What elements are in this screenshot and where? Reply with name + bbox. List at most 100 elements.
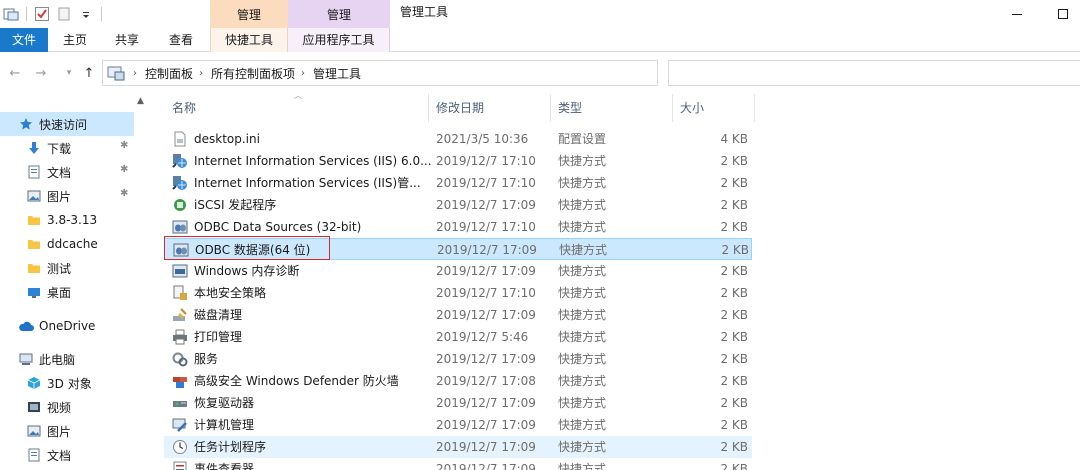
- nav-documents-pc[interactable]: 文档: [0, 443, 134, 467]
- file-date: 2019/12/7 17:10: [436, 176, 536, 190]
- list-item[interactable]: Internet Information Services (IIS) 6.0.…: [164, 150, 752, 172]
- file-date: 2019/12/7 17:10: [436, 154, 536, 168]
- column-header-size[interactable]: 大小: [672, 94, 752, 122]
- arrow-left-icon: ←: [9, 65, 21, 81]
- chevron-right-icon[interactable]: ›: [199, 68, 203, 79]
- breadcrumb-all-items[interactable]: 所有控制面板项: [211, 65, 295, 82]
- maximize-button[interactable]: [1040, 0, 1080, 28]
- file-type: 快捷方式: [558, 330, 607, 344]
- list-item[interactable]: 打印管理 2019/12/7 5:46 快捷方式 2 KB: [164, 326, 752, 348]
- tab-application-tools[interactable]: 应用程序工具: [288, 28, 390, 52]
- file-name: 本地安全策略: [194, 286, 267, 300]
- breadcrumb-control-panel[interactable]: 控制面板: [145, 65, 193, 82]
- folder-icon: [26, 260, 42, 276]
- file-type: 快捷方式: [558, 374, 607, 388]
- breadcrumb-admin-tools[interactable]: 管理工具: [313, 65, 361, 82]
- file-type: 快捷方式: [558, 462, 607, 470]
- nav-videos[interactable]: 视频: [0, 395, 134, 419]
- nav-item-label: 3.8-3.13: [47, 213, 98, 227]
- breadcrumb: › 控制面板 › 所有控制面板项 › 管理工具: [129, 61, 361, 85]
- cloud-icon: [18, 318, 34, 334]
- file-type: 快捷方式: [558, 418, 607, 432]
- nav-downloads[interactable]: 下载 ✱: [0, 136, 134, 160]
- list-item[interactable]: 高级安全 Windows Defender 防火墙 2019/12/7 17:0…: [164, 370, 752, 392]
- file-name: iSCSI 发起程序: [194, 198, 277, 212]
- forward-button[interactable]: →: [32, 64, 50, 82]
- back-button[interactable]: ←: [6, 64, 24, 82]
- nav-folder-ddcache[interactable]: ddcache: [0, 232, 134, 256]
- new-folder-icon[interactable]: [55, 5, 73, 23]
- minimize-button[interactable]: [994, 0, 1040, 28]
- tab-view[interactable]: 查看: [158, 28, 204, 52]
- checkbox-icon[interactable]: [33, 5, 51, 23]
- document-icon: [26, 164, 42, 180]
- list-item[interactable]: 恢复驱动器 2019/12/7 17:09 快捷方式 2 KB: [164, 392, 752, 414]
- file-name: Internet Information Services (IIS) 6.0.…: [194, 154, 432, 168]
- nav-item-label: 快速访问: [39, 117, 88, 132]
- security-policy-icon: [172, 285, 188, 301]
- list-item[interactable]: 事件查看器 2019/12/7 17:09 快捷方式 2 KB: [164, 458, 752, 470]
- column-header-type[interactable]: 类型: [550, 94, 672, 122]
- pin-icon[interactable]: ✱: [120, 188, 130, 202]
- list-item[interactable]: 服务 2019/12/7 17:09 快捷方式 2 KB: [164, 348, 752, 370]
- nav-desktop[interactable]: 桌面: [0, 280, 134, 304]
- scroll-up-icon[interactable]: ▲: [137, 96, 144, 106]
- column-divider[interactable]: [754, 94, 755, 122]
- file-type: 配置设置: [558, 132, 607, 146]
- list-item[interactable]: iSCSI 发起程序 2019/12/7 17:09 快捷方式 2 KB: [164, 194, 752, 216]
- nav-quick-access[interactable]: 快速访问: [0, 112, 134, 136]
- file-date: 2019/12/7 17:10: [436, 286, 536, 300]
- nav-3d-objects[interactable]: 3D 对象: [0, 371, 134, 395]
- list-item[interactable]: ODBC Data Sources (32-bit) 2019/12/7 17:…: [164, 216, 752, 238]
- up-button[interactable]: ↑: [80, 64, 98, 82]
- list-item[interactable]: 本地安全策略 2019/12/7 17:10 快捷方式 2 KB: [164, 282, 752, 304]
- nav-this-pc[interactable]: 此电脑: [0, 347, 134, 371]
- address-bar[interactable]: › 控制面板 › 所有控制面板项 › 管理工具 ▾ ↻: [102, 60, 749, 86]
- nav-scrollbar[interactable]: ▲: [134, 94, 150, 470]
- file-size: 4 KB: [720, 132, 748, 146]
- file-size: 2 KB: [720, 374, 748, 388]
- list-item[interactable]: 计算机管理 2019/12/7 17:09 快捷方式 2 KB: [164, 414, 752, 436]
- navigation-bar: ← → ▾ ↑ › 控制面板 › 所有控制面板项 › 管理工具 ▾ ↻: [0, 52, 1080, 94]
- list-item[interactable]: desktop.ini 2021/3/5 10:36 配置设置 4 KB: [164, 128, 752, 150]
- list-item[interactable]: 磁盘清理 2019/12/7 17:09 快捷方式 2 KB: [164, 304, 752, 326]
- list-item-hovered[interactable]: 任务计划程序 2019/12/7 17:09 快捷方式 2 KB: [164, 436, 752, 458]
- file-name: 计算机管理: [194, 418, 255, 432]
- file-name: ODBC Data Sources (32-bit): [194, 220, 362, 234]
- pin-icon[interactable]: ✱: [120, 164, 130, 178]
- file-date: 2019/12/7 17:09: [436, 462, 536, 470]
- computer-icon: [18, 351, 34, 367]
- file-name: 任务计划程序: [194, 440, 267, 454]
- ribbon-tabs: 文件 主页 共享 查看 快捷工具 应用程序工具: [0, 28, 1080, 52]
- nav-item-label: 桌面: [47, 285, 72, 300]
- nav-folder-test[interactable]: 测试: [0, 256, 134, 280]
- tab-home[interactable]: 主页: [52, 28, 98, 52]
- file-size: 2 KB: [720, 176, 748, 190]
- nav-pictures-pc[interactable]: 图片: [0, 419, 134, 443]
- document-icon: [26, 447, 42, 463]
- search-input[interactable]: [668, 60, 1080, 86]
- tab-file[interactable]: 文件: [0, 28, 48, 52]
- nav-onedrive[interactable]: OneDrive: [0, 314, 134, 338]
- nav-folder-3-8[interactable]: 3.8-3.13: [0, 208, 134, 232]
- nav-documents[interactable]: 文档 ✱: [0, 160, 134, 184]
- nav-item-label: OneDrive: [39, 319, 96, 333]
- file-name: 高级安全 Windows Defender 防火墙: [194, 374, 399, 388]
- list-item[interactable]: Internet Information Services (IIS)管... …: [164, 172, 752, 194]
- file-date: 2019/12/7 17:09: [436, 308, 536, 322]
- pin-icon[interactable]: ✱: [120, 140, 130, 154]
- column-header-date[interactable]: 修改日期: [428, 94, 548, 122]
- recent-locations-button[interactable]: ▾: [60, 64, 78, 82]
- customize-toolbar-icon[interactable]: [77, 5, 95, 23]
- properties-icon[interactable]: [2, 5, 20, 23]
- column-header-name[interactable]: 名称: [164, 94, 426, 122]
- ini-file-icon: [172, 131, 188, 147]
- disk-cleanup-icon: [172, 307, 188, 323]
- list-item[interactable]: Windows 内存诊断 2019/12/7 17:09 快捷方式 2 KB: [164, 260, 752, 282]
- chevron-right-icon[interactable]: ›: [301, 68, 305, 79]
- tab-shortcut-tools[interactable]: 快捷工具: [210, 28, 288, 52]
- tab-share[interactable]: 共享: [104, 28, 150, 52]
- nav-pictures[interactable]: 图片 ✱: [0, 184, 134, 208]
- desktop-icon: [26, 284, 42, 300]
- video-icon: [26, 399, 42, 415]
